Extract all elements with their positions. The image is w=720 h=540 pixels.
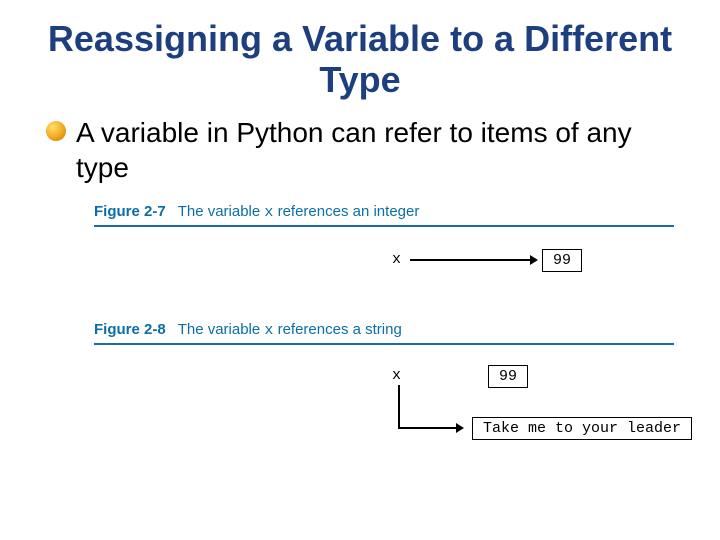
bullet-text: A variable in Python can refer to items … [76, 115, 682, 185]
figure-2-8-diagram: x 99 Take me to your leader [94, 367, 674, 487]
bullet-icon [46, 121, 66, 141]
variable-x: x [392, 367, 401, 384]
variable-x: x [392, 251, 401, 268]
arrow-head [530, 255, 538, 265]
figure-label: Figure 2-8 [94, 321, 166, 338]
figure-caption-text: The variable [178, 321, 265, 338]
figure-2-7-header: Figure 2-7 The variable x references an … [94, 203, 674, 221]
figure-2-7-diagram: x 99 [94, 249, 674, 307]
slide-title: Reassigning a Variable to a Different Ty… [38, 18, 682, 101]
figure-rule [94, 343, 674, 345]
slide-body: A variable in Python can refer to items … [38, 115, 682, 487]
value-box-old: 99 [488, 365, 528, 388]
arrow-segment-vertical [398, 385, 400, 427]
figure-caption: The variable x references an integer [178, 203, 420, 221]
figure-caption-text: references a string [273, 321, 401, 338]
arrow-head [456, 423, 464, 433]
bullet-item: A variable in Python can refer to items … [46, 115, 682, 185]
figure-label: Figure 2-7 [94, 203, 166, 220]
arrow-line [410, 259, 532, 261]
value-box-string: Take me to your leader [472, 417, 692, 440]
figure-caption: The variable x references a string [178, 321, 402, 339]
figure-caption-text: references an integer [273, 203, 419, 220]
figures-block: Figure 2-7 The variable x references an … [94, 203, 674, 487]
figure-2-8-header: Figure 2-8 The variable x references a s… [94, 321, 674, 339]
arrow-segment-horizontal [398, 427, 458, 429]
value-box-integer: 99 [542, 249, 582, 272]
figure-rule [94, 225, 674, 227]
figure-caption-text: The variable [178, 203, 265, 220]
